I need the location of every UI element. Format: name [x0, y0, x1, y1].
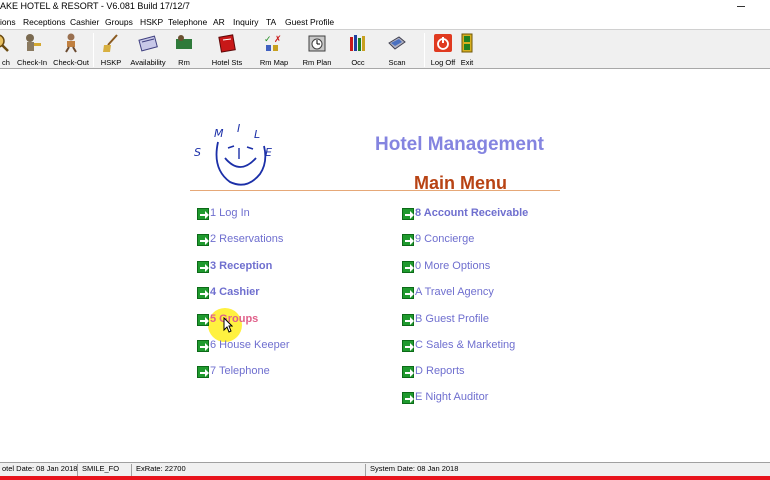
power-icon: [434, 34, 452, 52]
clock-icon: [308, 35, 326, 52]
green-arrow-icon: [197, 287, 209, 299]
door-exit-icon: [461, 33, 473, 53]
scanner-icon: [388, 36, 406, 50]
main-menu-panel: S M I L E Hotel Management Main Menu 1 L…: [0, 70, 770, 462]
rm-map-button[interactable]: ✓ ✗ Rm Map: [254, 31, 294, 68]
availability-button[interactable]: Availability: [128, 31, 168, 68]
green-arrow-icon: [197, 208, 209, 220]
menu-groups[interactable]: Groups: [105, 17, 133, 27]
occ-button[interactable]: Occ: [345, 31, 371, 68]
green-arrow-icon: [402, 392, 414, 404]
status-bar: otel Date: 08 Jan 2018 SMILE_FO ExRate: …: [0, 462, 770, 476]
minimize-icon[interactable]: [735, 0, 747, 12]
rm-plan-button[interactable]: Rm Plan: [300, 31, 334, 68]
room-map-icon: ✓ ✗: [264, 35, 282, 51]
green-arrow-icon: [197, 234, 209, 246]
menu-ta[interactable]: TA: [266, 17, 276, 27]
smile-logo: S M I L E: [192, 122, 282, 194]
broom-icon: [103, 34, 118, 52]
divider: [190, 190, 560, 191]
hotel-sts-button[interactable]: Hotel Sts: [208, 31, 246, 68]
toolbar-separator: [424, 33, 425, 67]
scan-button[interactable]: Scan: [384, 31, 410, 68]
mouse-pointer-icon: [223, 317, 233, 333]
user-name: SMILE_FO: [80, 464, 132, 476]
menu-bar: ions Receptions Cashier Groups HSKP Tele…: [0, 15, 770, 29]
green-arrow-icon: [402, 234, 414, 246]
smiley-face-icon: [215, 141, 267, 186]
person-exit-icon: [65, 33, 77, 53]
menu-hskp[interactable]: HSKP: [140, 17, 163, 27]
menu-cashier[interactable]: Cashier: [70, 17, 99, 27]
hskp-button[interactable]: HSKP: [97, 31, 125, 68]
green-arrow-icon: [197, 314, 209, 326]
book-icon: [218, 34, 236, 53]
green-arrow-icon: [402, 340, 414, 352]
menu-receptions[interactable]: Receptions: [23, 17, 66, 27]
room-icon: [176, 35, 192, 49]
menu-options[interactable]: ions: [0, 17, 16, 27]
hotel-date: otel Date: 08 Jan 2018: [0, 464, 78, 476]
exit-button[interactable]: Exit: [458, 31, 476, 68]
menu-guest-profile[interactable]: Guest Profile: [285, 17, 334, 27]
green-arrow-icon: [402, 287, 414, 299]
menu-inquiry[interactable]: Inquiry: [233, 17, 259, 27]
search-button[interactable]: ch: [0, 31, 12, 68]
toolbar-separator: [93, 33, 94, 67]
green-arrow-icon: [197, 340, 209, 352]
menu-telephone[interactable]: Telephone: [168, 17, 207, 27]
checkout-button[interactable]: Check-Out: [52, 31, 90, 68]
title-bar: AKE HOTEL & RESORT - V6.081 Build 17/12/…: [0, 0, 770, 15]
rm-button[interactable]: Rm: [171, 31, 197, 68]
green-arrow-icon: [402, 366, 414, 378]
search-icon: [0, 34, 9, 52]
app-title: Hotel Management: [375, 134, 544, 155]
menu-ar[interactable]: AR: [213, 17, 225, 27]
svg-text:✗: ✗: [274, 35, 282, 45]
green-arrow-icon: [197, 366, 209, 378]
green-arrow-icon: [402, 208, 414, 220]
logoff-button[interactable]: Log Off: [429, 31, 457, 68]
key-person-icon: [26, 34, 41, 51]
calendar-icon: [138, 35, 158, 52]
books-icon: [350, 35, 365, 51]
window-border: [0, 476, 770, 480]
green-arrow-icon: [197, 261, 209, 273]
toolbar: ch Check-In Check-Out HSKP Availability …: [0, 29, 770, 69]
svg-text:✓: ✓: [264, 35, 272, 45]
green-arrow-icon: [402, 314, 414, 326]
exchange-rate: ExRate: 22700: [134, 464, 366, 476]
system-date: System Date: 08 Jan 2018: [370, 464, 459, 473]
window-title: AKE HOTEL & RESORT - V6.081 Build 17/12/…: [0, 1, 190, 11]
green-arrow-icon: [402, 261, 414, 273]
checkin-button[interactable]: Check-In: [15, 31, 49, 68]
